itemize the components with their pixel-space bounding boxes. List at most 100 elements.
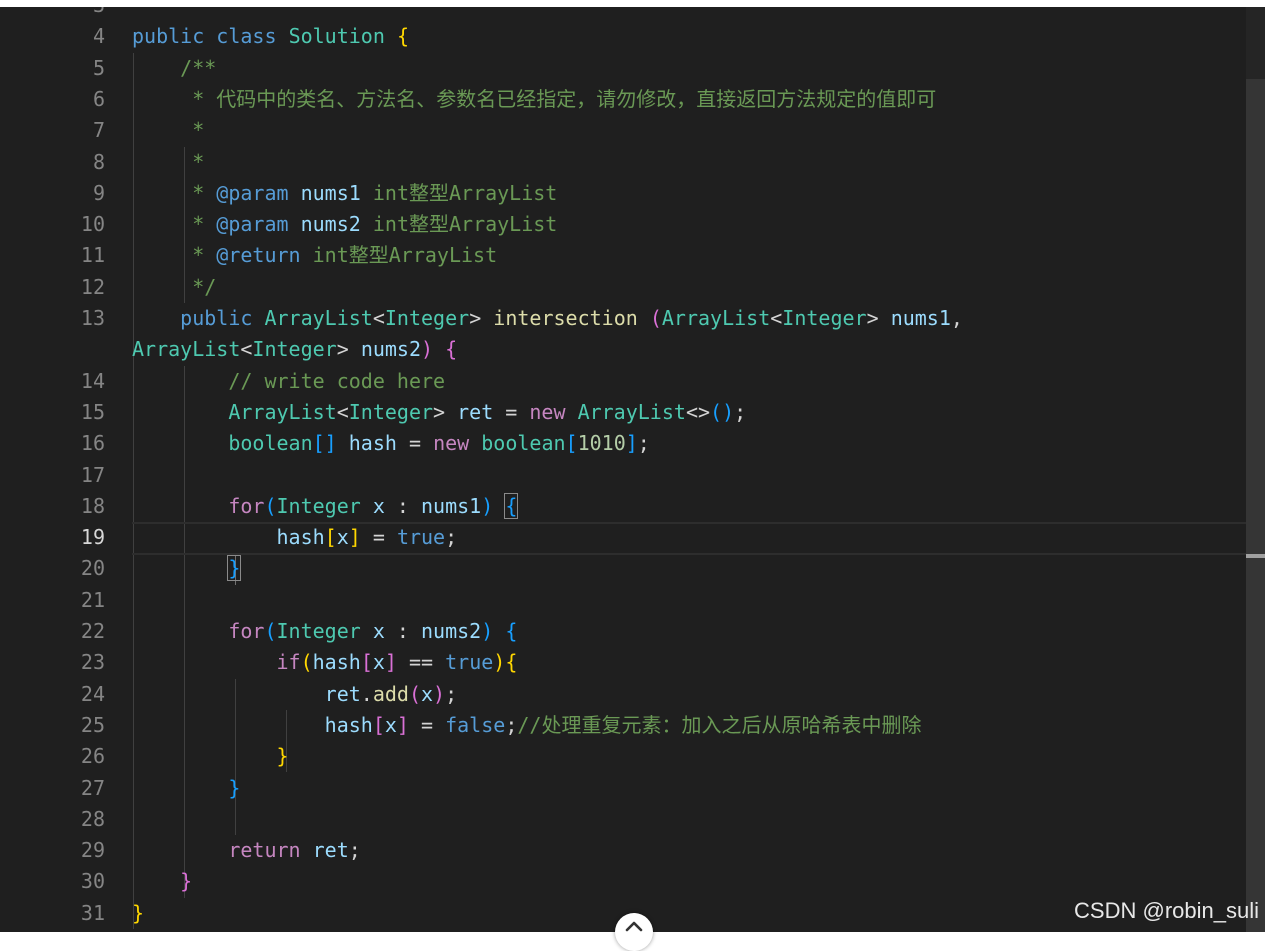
code-token: =	[360, 525, 397, 550]
line-number: 5	[92, 55, 105, 80]
code-line[interactable]: 26 }	[0, 741, 1245, 772]
code-token: nums1	[300, 180, 361, 205]
code-token: ]	[384, 650, 397, 675]
code-token: */	[180, 274, 217, 299]
code-line[interactable]: 17	[0, 460, 1245, 491]
code-line[interactable]: 8 *	[0, 147, 1245, 178]
code-line[interactable]: 19 hash[x] = true;	[0, 522, 1245, 553]
code-token: <	[770, 306, 783, 330]
line-number: 4	[92, 24, 105, 49]
code-line[interactable]: 11 * @return int整型ArrayList	[0, 240, 1245, 271]
code-line[interactable]: 10 * @param nums2 int整型ArrayList	[0, 209, 1245, 240]
code-line[interactable]: 25 hash[x] = false;//处理重复元素：加入之后从原哈希表中删除	[0, 710, 1245, 741]
code-line[interactable]: 21	[0, 585, 1245, 616]
code-line[interactable]: 4 public class Solution {	[0, 21, 1245, 52]
code-token: (	[649, 306, 662, 330]
code-editor[interactable]: 34public class Solution {5 /**6 * 代码中的类名…	[0, 7, 1265, 932]
code-token: {	[504, 492, 519, 519]
code-line[interactable]: 9 * @param nums1 int整型ArrayList	[0, 178, 1245, 209]
code-line[interactable]: 28	[0, 804, 1245, 835]
code-token: true	[445, 650, 494, 675]
code-token: nums2	[300, 212, 361, 237]
code-line[interactable]: 27 }	[0, 773, 1245, 804]
code-token: true	[396, 525, 446, 550]
line-number: 16	[80, 431, 105, 456]
code-line[interactable]: 5 /**	[0, 53, 1245, 84]
scrollbar-thumb[interactable]	[1246, 79, 1265, 932]
code-line[interactable]: 30 }	[0, 866, 1245, 897]
code-token: [	[360, 650, 373, 675]
code-line[interactable]: 20 }	[0, 553, 1245, 584]
code-token: Integer	[348, 399, 434, 424]
code-line[interactable]: 24 ret.add(x);	[0, 679, 1245, 710]
code-line[interactable]: 14 // write code here	[0, 366, 1245, 397]
code-token: *	[180, 180, 217, 205]
line-number: 15	[80, 399, 105, 424]
code-line[interactable]: 3	[0, 7, 1245, 21]
code-token: x	[372, 619, 385, 643]
code-token: Integer	[276, 619, 361, 643]
line-code: ArrayList<Integer> ret = new ArrayList<>…	[132, 397, 746, 428]
code-token: ;	[348, 838, 361, 863]
line-code: hash[x] = false;//处理重复元素：加入之后从原哈希表中删除	[132, 710, 922, 741]
code-token: int整型ArrayList	[372, 180, 558, 205]
code-line[interactable]: ArrayList<Integer> nums2) {	[0, 334, 1245, 365]
line-number: 27	[80, 775, 105, 800]
code-line[interactable]: 7 *	[0, 115, 1245, 146]
vertical-scrollbar[interactable]	[1246, 7, 1265, 932]
code-token: {	[505, 619, 518, 643]
code-token: :	[384, 619, 422, 643]
line-number: 11	[80, 243, 105, 268]
code-line[interactable]: 15 ArrayList<Integer> ret = new ArrayLis…	[0, 397, 1245, 428]
code-token: boolean	[228, 431, 313, 456]
line-number: 21	[80, 587, 105, 612]
chevron-up-icon	[625, 921, 643, 932]
code-token: x	[336, 525, 349, 550]
code-token: /**	[180, 55, 217, 80]
line-code: }	[132, 773, 240, 804]
code-token: public	[132, 24, 205, 49]
code-token: int整型ArrayList	[372, 212, 558, 237]
code-token: @param	[216, 180, 289, 205]
code-token: * 代码中的类名、方法名、参数名已经指定，请勿修改，直接返回方法规定的值即可	[180, 86, 937, 111]
csdn-watermark: CSDN @robin_suli	[1074, 898, 1259, 923]
code-line[interactable]: 23 if(hash[x] == true){	[0, 647, 1245, 678]
code-token: Solution	[288, 24, 385, 49]
code-token: {	[505, 650, 518, 675]
code-line[interactable]: 16 boolean[] hash = new boolean[1010];	[0, 428, 1245, 459]
line-number: 17	[80, 462, 105, 487]
code-line[interactable]: 18 for(Integer x : nums1) {	[0, 491, 1245, 522]
scroll-top-button[interactable]	[615, 913, 653, 951]
line-code: }	[132, 741, 289, 772]
code-token: ;	[445, 681, 458, 706]
code-token: ArrayList	[132, 337, 241, 362]
code-line[interactable]: 6 * 代码中的类名、方法名、参数名已经指定，请勿修改，直接返回方法规定的值即可	[0, 84, 1245, 115]
code-token: ]	[348, 525, 361, 550]
code-token: Integer	[252, 337, 337, 362]
code-line[interactable]: 29 return ret;	[0, 835, 1245, 866]
line-number: 18	[80, 493, 105, 518]
code-line[interactable]: 13 public ArrayList<Integer> intersectio…	[0, 303, 1245, 334]
line-code: ret.add(x);	[132, 679, 457, 710]
code-line[interactable]: 12 */	[0, 272, 1245, 303]
code-line[interactable]: 22 for(Integer x : nums2) {	[0, 616, 1245, 647]
code-token: }	[276, 744, 289, 769]
code-token: }	[227, 555, 242, 582]
code-token: if	[276, 650, 301, 675]
code-token: *	[180, 149, 205, 174]
code-token: *	[180, 212, 217, 237]
code-token: {	[396, 24, 409, 49]
